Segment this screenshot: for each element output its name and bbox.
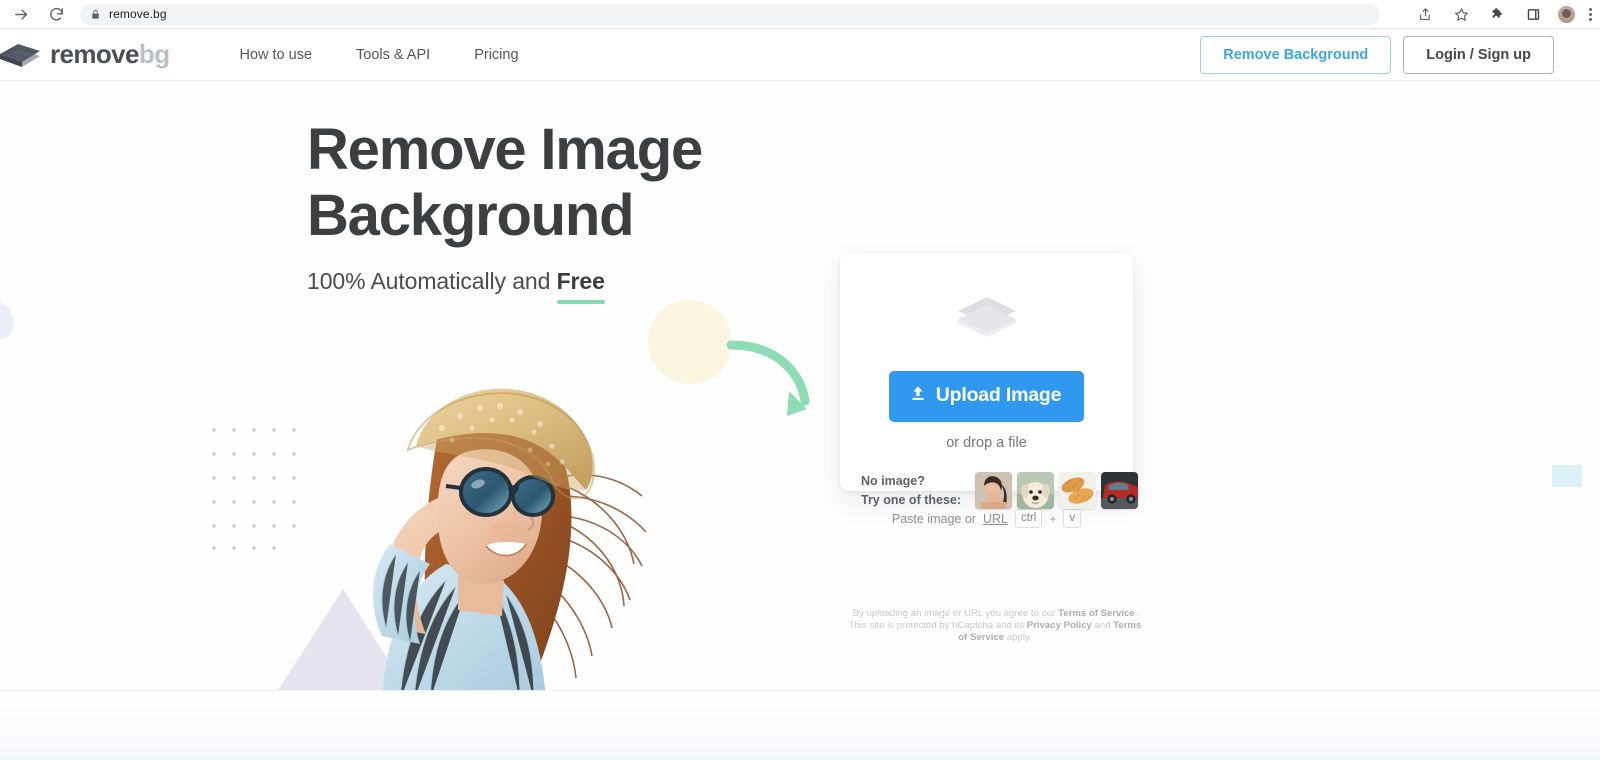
- main-navigation: How to use Tools & API Pricing: [217, 39, 540, 71]
- left-edge-blob-decoration: [0, 300, 18, 342]
- woman-with-straw-hat-and-sunglasses-photo: [290, 328, 665, 690]
- browser-chrome: remove.bg: [0, 0, 1600, 29]
- headline-line-1: Remove Image: [307, 117, 703, 182]
- legal-text-4: apply.: [1004, 631, 1032, 643]
- sample-woman-thumbnail[interactable]: [975, 472, 1013, 509]
- address-bar-url: remove.bg: [109, 7, 167, 21]
- drop-file-hint: or drop a file: [946, 434, 1027, 451]
- layers-stack-icon: [954, 294, 1020, 349]
- star-icon[interactable]: [1450, 3, 1472, 25]
- site-logo-text: removebg: [50, 39, 170, 70]
- remove-background-button[interactable]: Remove Background: [1200, 35, 1392, 74]
- paste-image-hint: Paste image or URL ctrl + v: [840, 509, 1133, 528]
- legal-text-1: By uploading an image or URL you agree t…: [852, 608, 1059, 619]
- legal-text-3: and: [1091, 619, 1114, 631]
- address-bar[interactable]: remove.bg: [80, 3, 1380, 25]
- nav-item-tools-api[interactable]: Tools & API: [334, 39, 452, 71]
- login-signup-button[interactable]: Login / Sign up: [1403, 35, 1554, 74]
- browser-nav-buttons: [10, 3, 67, 25]
- puzzle-piece-icon[interactable]: [1486, 3, 1508, 25]
- sample-label-line-2: Try one of these:: [861, 492, 962, 507]
- privacy-policy-link[interactable]: Privacy Policy: [1027, 620, 1092, 631]
- share-icon[interactable]: [1414, 3, 1436, 25]
- sample-car-thumbnail[interactable]: [1101, 472, 1139, 509]
- upload-image-button-label: Upload Image: [935, 384, 1062, 406]
- paste-hint-text: Paste image or: [891, 511, 976, 526]
- bottom-accent-strip: [0, 755, 1600, 760]
- sample-label-line-1: No image?: [861, 474, 925, 489]
- right-edge-square-decoration: [1552, 465, 1582, 487]
- upload-icon: [909, 384, 927, 408]
- profile-avatar-icon[interactable]: [1558, 5, 1575, 23]
- hero-section: Remove Image Background 100% Automatical…: [0, 81, 1600, 690]
- kebab-menu-icon[interactable]: [1589, 7, 1592, 21]
- keycap-separator: +: [1049, 511, 1057, 526]
- logo-word-bg: bg: [138, 39, 170, 69]
- legal-disclaimer: By uploading an image or URL you agree t…: [845, 608, 1145, 644]
- terms-of-service-link-1[interactable]: Terms of Service: [1058, 608, 1135, 619]
- logo-word-remove: remove: [50, 39, 140, 69]
- hero-text-block: Remove Image Background 100% Automatical…: [307, 117, 703, 305]
- page-title: Remove Image Background: [307, 117, 703, 248]
- site-header: removebg How to use Tools & API Pricing …: [0, 29, 1600, 81]
- sample-images-row: No image? Try one of these:: [861, 472, 1139, 509]
- sample-images-label: No image? Try one of these:: [861, 472, 961, 508]
- nav-item-how-to-use[interactable]: How to use: [217, 39, 334, 71]
- lock-icon: [90, 9, 101, 20]
- next-section-band: [0, 691, 1600, 760]
- headline-line-2: Background: [307, 182, 635, 248]
- site-logo[interactable]: removebg: [0, 39, 170, 70]
- reload-icon[interactable]: [45, 3, 67, 25]
- subtitle-prefix: 100% Automatically and: [307, 268, 557, 295]
- sample-thumbnails: [975, 472, 1139, 509]
- paste-url-link[interactable]: URL: [983, 512, 1008, 526]
- browser-toolbar-right: [1414, 3, 1600, 25]
- layers-logo-icon: [0, 40, 42, 70]
- keycap-ctrl: ctrl: [1014, 509, 1043, 528]
- sample-dog-thumbnail[interactable]: [1017, 472, 1055, 509]
- nav-item-pricing[interactable]: Pricing: [452, 39, 540, 71]
- subtitle-highlight-free: Free: [556, 268, 605, 305]
- header-actions: Remove Background Login / Sign up: [1200, 35, 1600, 74]
- forward-arrow-icon[interactable]: [10, 3, 32, 25]
- keycap-v: v: [1063, 509, 1082, 528]
- hero-subtitle: 100% Automatically and Free: [307, 268, 702, 305]
- upload-dropzone[interactable]: Upload Image or drop a file: [840, 253, 1133, 491]
- sample-bread-thumbnail[interactable]: [1059, 472, 1097, 509]
- green-curved-arrow-icon: [725, 339, 820, 444]
- side-panel-icon[interactable]: [1522, 3, 1544, 25]
- upload-image-button[interactable]: Upload Image: [888, 370, 1085, 422]
